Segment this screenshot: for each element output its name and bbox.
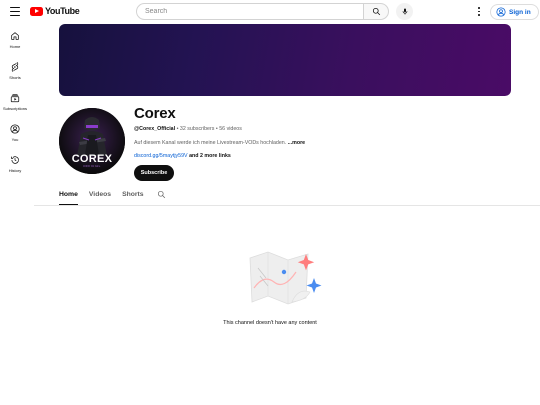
sidebar-item-home[interactable]: Home xyxy=(0,30,30,61)
video-count: 56 videos xyxy=(219,126,242,132)
channel-description: Auf diesem Kanal werde ich meine Livestr… xyxy=(134,140,305,146)
channel-handle: @Corex_Official xyxy=(134,126,176,132)
search-button[interactable] xyxy=(363,3,389,20)
discord-link[interactable]: discord.gg/5maytjy59V xyxy=(134,153,188,159)
subscriber-count: 32 subscribers xyxy=(179,126,215,132)
sidebar-item-label: Subscriptions xyxy=(2,106,27,111)
history-icon xyxy=(11,156,19,164)
tab-videos[interactable]: Videos xyxy=(89,189,111,204)
sidebar-item-history[interactable]: History xyxy=(0,154,30,185)
description-more-link[interactable]: ...more xyxy=(288,140,305,146)
account-icon xyxy=(496,7,506,17)
meta-separator: • xyxy=(176,126,179,132)
search-bar xyxy=(136,3,389,20)
channel-tabs: Home Videos Shorts xyxy=(59,189,166,205)
you-icon xyxy=(10,124,20,134)
tabs-divider xyxy=(34,205,540,206)
top-bar: YouTube Sign in xyxy=(0,0,540,24)
shorts-icon xyxy=(11,62,19,72)
subscribe-button[interactable]: Subscribe xyxy=(134,165,174,181)
settings-menu-icon[interactable] xyxy=(474,6,484,17)
sidebar-item-label: You xyxy=(11,137,19,142)
sidebar: Home Shorts Subscriptions You History xyxy=(0,30,30,185)
home-icon xyxy=(11,32,19,40)
youtube-play-icon xyxy=(30,6,43,16)
tab-home[interactable]: Home xyxy=(59,189,78,205)
channel-meta: @Corex_Official • 32 subscribers • 56 vi… xyxy=(134,126,242,132)
empty-state-message: This channel doesn't have any content xyxy=(223,320,317,326)
sidebar-item-label: Shorts xyxy=(9,75,21,80)
empty-content-illustration xyxy=(249,251,322,305)
sidebar-item-you[interactable]: You xyxy=(0,123,30,154)
channel-links: discord.gg/5maytjy59V and 2 more links xyxy=(134,153,231,159)
channel-name: Corex xyxy=(134,105,176,122)
more-links-link[interactable]: and 2 more links xyxy=(189,153,231,159)
sign-in-button[interactable]: Sign in xyxy=(490,4,539,20)
avatar-logo-subtext: OFFICIAL xyxy=(83,164,101,168)
channel-search-icon[interactable] xyxy=(157,190,166,199)
description-text: Auf diesem Kanal werde ich meine Livestr… xyxy=(134,140,287,146)
meta-separator: • xyxy=(215,126,218,132)
search-icon xyxy=(372,7,380,16)
tab-shorts[interactable]: Shorts xyxy=(122,189,144,204)
channel-banner xyxy=(59,24,511,96)
sidebar-item-shorts[interactable]: Shorts xyxy=(0,61,30,92)
logo-text: YouTube xyxy=(45,6,80,16)
sidebar-item-label: History xyxy=(8,168,22,173)
microphone-icon xyxy=(402,8,407,15)
channel-avatar: COREX OFFICIAL xyxy=(59,108,125,174)
sign-in-label: Sign in xyxy=(509,8,531,16)
subscriptions-icon xyxy=(10,94,20,103)
menu-icon[interactable] xyxy=(10,7,20,16)
search-input[interactable] xyxy=(136,3,363,20)
voice-search-button[interactable] xyxy=(396,3,413,20)
sidebar-item-subscriptions[interactable]: Subscriptions xyxy=(0,92,30,123)
sidebar-item-label: Home xyxy=(9,44,21,49)
youtube-logo[interactable]: YouTube xyxy=(30,6,80,16)
